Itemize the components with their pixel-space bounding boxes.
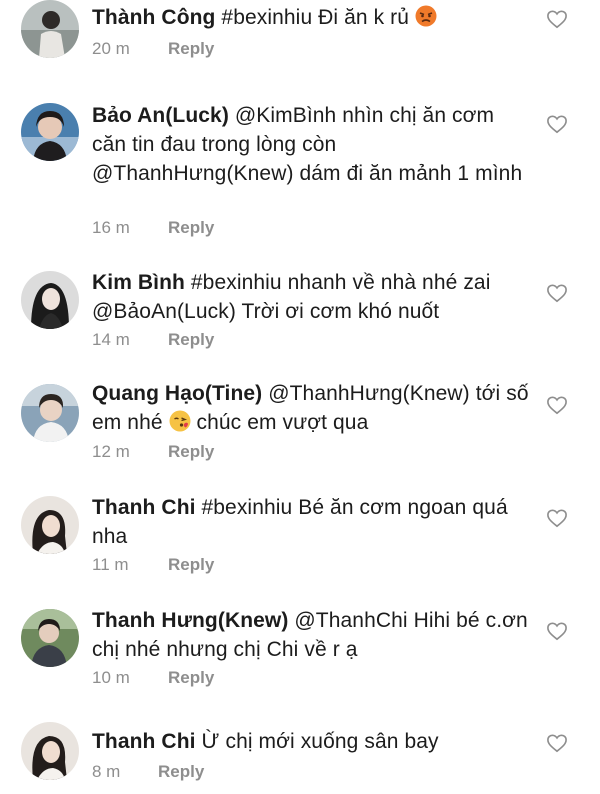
comment-text: Thanh Chi #bexinhiu Bé ăn cơm ngoan quá … (92, 493, 532, 551)
comment-time: 14 m (92, 330, 130, 349)
avatar[interactable] (21, 103, 79, 161)
comment-time: 12 m (92, 442, 130, 461)
comment-author[interactable]: Thanh Hưng(Knew) (92, 609, 288, 632)
heart-outline-icon[interactable] (546, 395, 568, 415)
comment-meta: 20 m Reply (92, 38, 214, 60)
heart-outline-icon[interactable] (546, 508, 568, 528)
avatar[interactable] (21, 496, 79, 554)
comment-time: 20 m (92, 39, 130, 58)
comment-text: Thanh Chi Ừ chị mới xuống sân bay (92, 727, 532, 756)
comment-author[interactable]: Thanh Chi (92, 730, 196, 753)
comment-meta: 14 m Reply (92, 329, 214, 351)
comment-meta: 12 m Reply (92, 441, 214, 463)
comment-item: Bảo An(Luck) @KimBình nhìn chị ăn cơm că… (0, 100, 600, 250)
comment-time: 16 m (92, 218, 130, 237)
reply-button[interactable]: Reply (168, 668, 214, 687)
avatar[interactable] (21, 722, 79, 780)
heart-outline-icon[interactable] (546, 9, 568, 29)
comment-message: Ừ chị mới xuống sân bay (195, 730, 439, 753)
heart-outline-icon[interactable] (546, 283, 568, 303)
comment-time: 11 m (92, 555, 129, 574)
comment-meta: 8 m Reply (92, 761, 204, 783)
reply-button[interactable]: Reply (168, 555, 214, 574)
comment-text: Quang Hạo(Tine) @ThanhHưng(Knew) tới số … (92, 379, 532, 437)
comment-time: 10 m (92, 668, 130, 687)
comment-text: Kim Bình #bexinhiu nhanh về nhà nhé zai … (92, 268, 532, 326)
comment-meta: 11 m Reply (92, 554, 214, 576)
comment-text: Thanh Hưng(Knew) @ThanhChi Hihi bé c.ơn … (92, 606, 532, 664)
reply-button[interactable]: Reply (168, 442, 214, 461)
heart-outline-icon[interactable] (546, 621, 568, 641)
reply-button[interactable]: Reply (168, 39, 214, 58)
avatar[interactable] (21, 271, 79, 329)
avatar[interactable] (21, 384, 79, 442)
comment-text: Thành Công #bexinhiu Đi ăn k rủ (92, 3, 532, 32)
comment-meta: 16 m Reply (92, 217, 214, 239)
comment-author[interactable]: Kim Bình (92, 271, 185, 294)
avatar[interactable] (21, 0, 79, 58)
heart-outline-icon[interactable] (546, 114, 568, 134)
comment-meta: 10 m Reply (92, 667, 214, 689)
comment-message: chúc em vượt qua (190, 411, 369, 434)
comment-author[interactable]: Thành Công (92, 6, 215, 29)
reply-button[interactable]: Reply (158, 762, 204, 781)
comment-author[interactable]: Thanh Chi (92, 496, 196, 519)
comment-item: Thanh Chi Ừ chị mới xuống sân bay 8 m Rep… (0, 716, 600, 794)
comment-item: Thành Công #bexinhiu Đi ăn k rủ 20 m Repl… (0, 0, 600, 80)
comment-time: 8 m (92, 762, 121, 781)
comment-author[interactable]: Quang Hạo(Tine) (92, 382, 262, 405)
reply-button[interactable]: Reply (168, 218, 214, 237)
comment-message: #bexinhiu Đi ăn k rủ (215, 6, 410, 29)
kissing-face-emoji (169, 410, 191, 432)
reply-button[interactable]: Reply (168, 330, 214, 349)
comment-author[interactable]: Bảo An(Luck) (92, 104, 229, 127)
comment-item: Thanh Hưng(Knew) @ThanhChi Hihi bé c.ơn … (0, 603, 600, 698)
comment-item: Thanh Chi #bexinhiu Bé ăn cơm ngoan quá … (0, 490, 600, 585)
comment-text: Bảo An(Luck) @KimBình nhìn chị ăn cơm că… (92, 101, 532, 188)
avatar[interactable] (21, 609, 79, 667)
heart-outline-icon[interactable] (546, 733, 568, 753)
comment-item: Quang Hạo(Tine) @ThanhHưng(Knew) tới số … (0, 378, 600, 473)
comment-item: Kim Bình #bexinhiu nhanh về nhà nhé zai … (0, 265, 600, 360)
angry-face-emoji (415, 5, 437, 27)
